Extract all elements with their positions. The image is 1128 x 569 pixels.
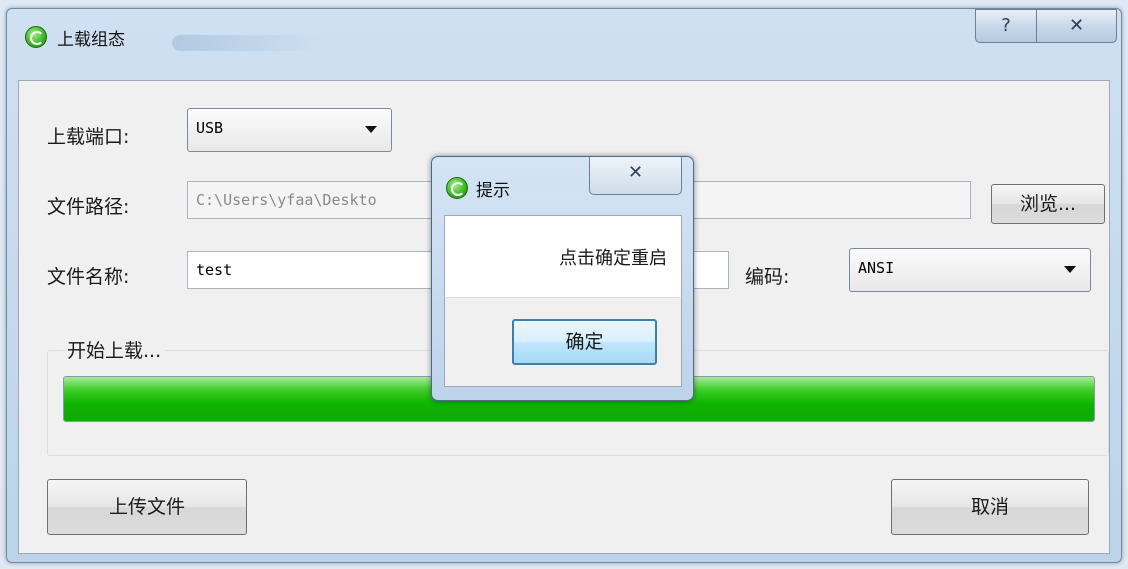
help-icon: ? [1001,15,1011,36]
dialog-button-pane: 确定 [444,297,682,387]
ok-button-label: 确定 [565,331,604,353]
port-label: 上载端口: [47,126,130,148]
encoding-select-value: ANSI [858,259,895,277]
upload-file-button[interactable]: 上传文件 [47,479,247,535]
path-field-value: C:\Users\yfaa\Deskto [196,191,377,209]
upload-status-label: 开始上载... [65,336,166,363]
encoding-select[interactable]: ANSI [849,248,1091,292]
background-ghost [172,35,322,51]
path-label: 文件路径: [47,196,130,218]
dialog-message: 点击确定重启 [559,248,667,269]
app-icon [25,26,47,48]
close-icon: ✕ [1068,15,1085,36]
encoding-label: 编码: [745,266,790,288]
file-name-field-value: test [196,261,233,279]
name-label: 文件名称: [47,266,130,288]
dialog-message-pane: 点击确定重启 [444,215,682,297]
close-button[interactable]: ✕ [1037,9,1117,43]
prompt-dialog: 提示 ✕ 点击确定重启 确定 [431,156,694,401]
dialog-app-icon [446,177,468,199]
port-select[interactable]: USB [187,108,392,152]
port-select-value: USB [196,119,224,137]
chevron-down-icon [1064,266,1076,273]
help-button[interactable]: ? [975,9,1037,43]
window-title: 上载组态 [57,30,125,50]
chevron-down-icon [365,126,377,133]
browse-button-label: 浏览... [1019,193,1077,215]
close-icon: ✕ [627,162,644,183]
cancel-button-label: 取消 [970,496,1009,518]
title-bar[interactable]: 上载组态 ? ✕ [7,9,1121,79]
cancel-button[interactable]: 取消 [891,479,1089,535]
ok-button[interactable]: 确定 [512,319,657,365]
dialog-title: 提示 [476,181,510,201]
upload-file-button-label: 上传文件 [108,496,185,518]
browse-button[interactable]: 浏览... [991,184,1105,224]
dialog-close-button[interactable]: ✕ [589,157,682,195]
